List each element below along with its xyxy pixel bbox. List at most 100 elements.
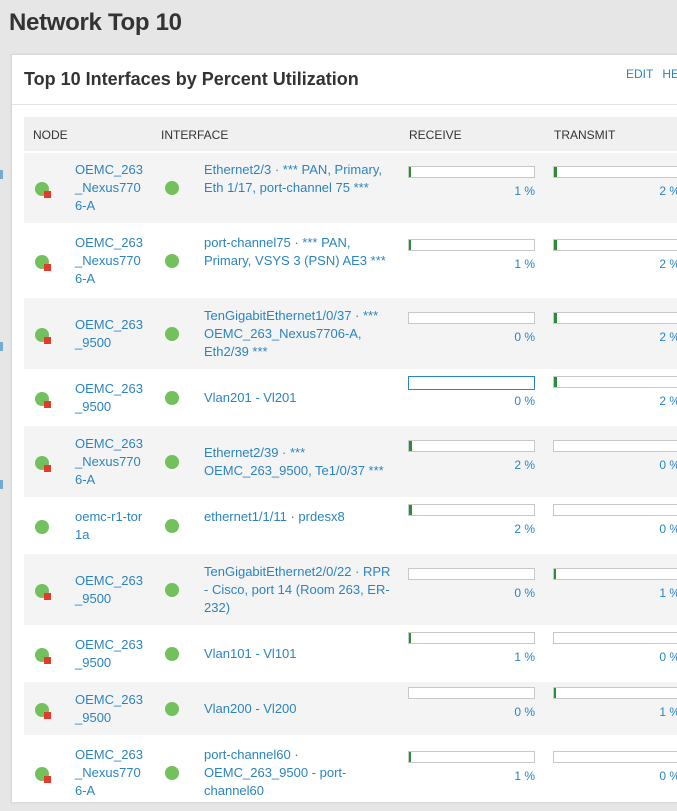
node-link[interactable]: OEMC_263_Nexus7706-A [75, 234, 147, 288]
node-link[interactable]: OEMC_263_9500 [75, 636, 147, 672]
node-link[interactable]: OEMC_263_9500 [75, 316, 147, 352]
node-link[interactable]: OEMC_263_Nexus7706-A [75, 161, 147, 215]
node-status-icon [35, 391, 51, 408]
interface-link[interactable]: Vlan201 - Vl201 [204, 389, 396, 407]
interface-link[interactable]: Vlan101 - Vl101 [204, 645, 396, 663]
panel-actions: EDIT HELP [626, 67, 677, 81]
utilization-fill [554, 239, 557, 250]
receive-percent: 2 % [514, 521, 535, 536]
receive-bar [408, 686, 535, 699]
node-link[interactable]: OEMC_263_9500 [75, 691, 147, 727]
receive-bar [408, 631, 535, 644]
node-warning-icon [44, 263, 51, 271]
interface-status-icon [165, 454, 179, 469]
node-status-icon [35, 766, 51, 783]
utilization-fill [409, 239, 411, 250]
receive-bar [408, 238, 535, 251]
interface-link[interactable]: TenGigabitEthernet1/0/37 · *** OEMC_263_… [204, 307, 396, 361]
interface-link[interactable]: Ethernet2/39 · *** OEMC_263_9500, Te1/0/… [204, 444, 396, 480]
receive-bar [408, 750, 535, 763]
interface-status-icon [165, 390, 179, 405]
node-warning-icon [44, 775, 51, 783]
transmit-bar [553, 311, 677, 324]
receive-bar [408, 567, 535, 580]
table-header: NODE INTERFACE RECEIVE TRANSMIT [24, 117, 677, 151]
node-link[interactable]: OEMC_263_Nexus7706-A [75, 435, 147, 489]
transmit-percent: 0 % [659, 768, 677, 783]
strip-marker [0, 480, 3, 489]
utilization-fill [409, 167, 411, 177]
receive-percent: 0 % [514, 329, 535, 344]
utilization-fill [554, 376, 557, 387]
interface-link[interactable]: TenGigabitEthernet2/0/22 · RPR - Cisco, … [204, 563, 396, 617]
column-header-transmit: TRANSMIT [554, 128, 616, 142]
table-row: OEMC_263_Nexus7706-A port-channel75 · ***… [24, 223, 677, 296]
receive-bar [408, 439, 535, 452]
node-status-icon [35, 583, 51, 600]
transmit-bar [553, 750, 677, 763]
transmit-percent: 1 % [659, 585, 677, 600]
receive-percent: 1 % [514, 256, 535, 271]
node-link[interactable]: OEMC_263_Nexus7706-A [75, 746, 147, 800]
left-scroll-strip [0, 150, 4, 790]
node-link[interactable]: OEMC_263_9500 [75, 380, 147, 416]
node-link[interactable]: oemc-r1-tor1a [75, 508, 147, 544]
interface-link[interactable]: port-channel75 · *** PAN, Primary, VSYS … [204, 234, 396, 270]
receive-bar [408, 375, 535, 390]
interface-link[interactable]: port-channel60 · OEMC_263_9500 - port-ch… [204, 746, 396, 800]
panel-divider [12, 104, 677, 105]
node-warning-icon [44, 464, 51, 472]
receive-percent: 1 % [514, 649, 535, 664]
help-link[interactable]: HELP [662, 67, 677, 81]
table-row: OEMC_263_Nexus7706-A Ethernet2/39 · *** O… [24, 424, 677, 497]
interface-status-icon [165, 326, 179, 341]
node-status-icon [35, 182, 51, 198]
transmit-bar [553, 686, 677, 699]
table-row: OEMC_263_Nexus7706-A Ethernet2/3 · *** PA… [24, 151, 677, 223]
transmit-percent: 2 % [659, 184, 677, 198]
node-warning-icon [44, 592, 51, 600]
table-body: OEMC_263_Nexus7706-A Ethernet2/3 · *** PA… [24, 151, 677, 808]
utilization-fill [554, 687, 556, 698]
utilization-fill [409, 751, 411, 762]
transmit-bar [553, 375, 677, 388]
transmit-bar [553, 166, 677, 178]
receive-percent: 2 % [514, 457, 535, 472]
receive-percent: 0 % [514, 704, 535, 719]
column-header-interface: INTERFACE [161, 128, 229, 142]
interface-link[interactable]: Vlan200 - Vl200 [204, 700, 396, 718]
utilization-fill [409, 440, 412, 451]
transmit-percent: 0 % [659, 457, 677, 472]
interface-status-icon [165, 253, 179, 268]
interface-status-icon [165, 582, 179, 597]
transmit-bar [553, 503, 677, 516]
interface-status-icon [165, 646, 179, 661]
node-status-icon [35, 647, 51, 664]
table-row: OEMC_263_9500 TenGigabitEthernet1/0/37 · … [24, 296, 677, 369]
table-row: OEMC_263_9500 Vlan201 - Vl201 0 % 2 % [24, 369, 677, 424]
edit-link[interactable]: EDIT [626, 67, 653, 81]
page-title: Network Top 10 [9, 9, 182, 36]
column-header-node: NODE [33, 128, 68, 142]
transmit-percent: 0 % [659, 521, 677, 536]
interface-link[interactable]: Ethernet2/3 · *** PAN, Primary, Eth 1/17… [204, 161, 396, 197]
utilization-table: NODE INTERFACE RECEIVE TRANSMIT OEMC_263… [24, 117, 677, 808]
interface-status-icon [165, 765, 179, 780]
receive-percent: 0 % [514, 585, 535, 600]
node-status-icon [35, 327, 51, 344]
panel-title: Top 10 Interfaces by Percent Utilization [24, 69, 359, 89]
node-status-icon [35, 702, 51, 719]
node-status-icon [35, 254, 51, 271]
interface-status-icon [165, 518, 179, 533]
interface-link[interactable]: ethernet1/1/11 · prdesx8 [204, 508, 396, 526]
node-status-icon [35, 519, 49, 534]
table-row: OEMC_263_Nexus7706-A port-channel60 · OEM… [24, 735, 677, 808]
transmit-bar [553, 631, 677, 644]
node-warning-icon [44, 711, 51, 719]
interface-status-icon [165, 181, 179, 195]
node-warning-icon [44, 656, 51, 664]
transmit-percent: 2 % [659, 329, 677, 344]
transmit-percent: 2 % [659, 393, 677, 408]
node-link[interactable]: OEMC_263_9500 [75, 572, 147, 608]
receive-percent: 1 % [514, 184, 535, 198]
